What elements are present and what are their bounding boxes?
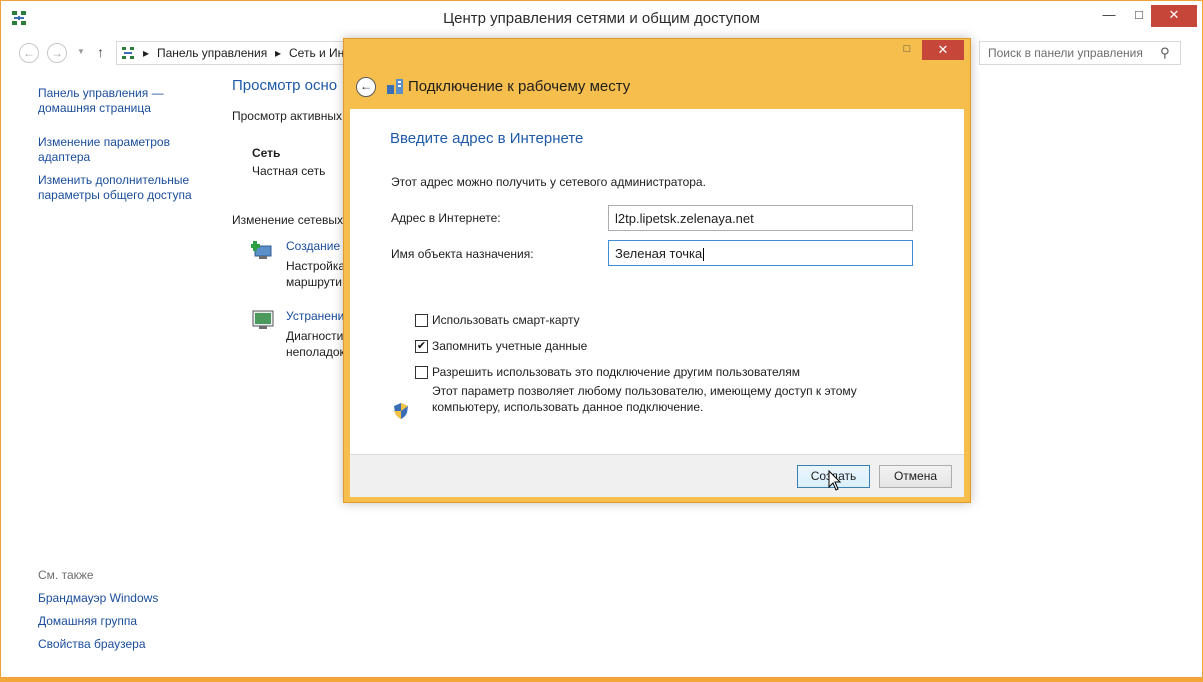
network-name: Сеть	[252, 146, 281, 160]
dialog-close-button[interactable]: ✕	[922, 40, 964, 60]
task-link-new-connection[interactable]: Создание и	[286, 239, 350, 253]
intro-text: Этот адрес можно получить у сетевого адм…	[391, 175, 706, 189]
recent-locations-dropdown-icon[interactable]: ▼	[77, 47, 85, 56]
new-connection-icon	[251, 241, 272, 259]
sidebar-link-adapter[interactable]: Изменение параметров адаптера	[38, 135, 223, 165]
smart-card-checkbox[interactable]	[415, 314, 428, 327]
sidebar-link-home[interactable]: Панель управления — домашняя страница	[38, 86, 223, 116]
sidebar-link-firewall[interactable]: Брандмауэр Windows	[38, 591, 223, 606]
dialog-body: Введите адрес в Интернете Этот адрес мож…	[350, 109, 964, 454]
up-button[interactable]: ↑	[97, 44, 104, 60]
close-button[interactable]: ✕	[1151, 5, 1197, 27]
dialog-footer: Создать Отмена	[350, 454, 964, 497]
cancel-button[interactable]: Отмена	[879, 465, 952, 488]
allow-others-checkbox[interactable]	[415, 366, 428, 379]
search-input[interactable]: Поиск в панели управления ⚲	[979, 41, 1181, 65]
task-desc-new-connection: Настройка маршрути	[286, 259, 346, 289]
uac-shield-icon	[394, 403, 408, 419]
search-placeholder: Поиск в панели управления	[988, 46, 1143, 60]
breadcrumb-control-panel[interactable]: Панель управления	[157, 46, 267, 60]
sidebar-link-sharing[interactable]: Изменить дополнительные параметры общего…	[38, 173, 223, 203]
breadcrumb-separator-icon: ▸	[143, 46, 150, 60]
maximize-button[interactable]: □	[1124, 5, 1154, 27]
title-bar: Центр управления сетями и общим доступом…	[1, 1, 1202, 37]
change-settings-label: Изменение сетевых	[232, 213, 343, 227]
window-title: Центр управления сетями и общим доступом	[443, 10, 760, 27]
sidebar-link-homegroup[interactable]: Домашняя группа	[38, 614, 223, 629]
destination-input-value: Зеленая точка	[615, 246, 703, 261]
text-caret	[703, 248, 705, 262]
search-icon[interactable]: ⚲	[1160, 45, 1170, 61]
taskbar-edge	[0, 678, 1203, 682]
dialog-title: Подключение к рабочему месту	[408, 78, 631, 95]
vpn-connection-icon	[387, 79, 403, 94]
task-link-troubleshoot[interactable]: Устранени	[286, 309, 344, 323]
page-title: Просмотр осно	[232, 77, 338, 94]
address-input[interactable]: l2tp.lipetsk.zelenaya.net	[608, 205, 913, 231]
minimize-button[interactable]: —	[1094, 5, 1124, 27]
address-input-value: l2tp.lipetsk.zelenaya.net	[615, 211, 754, 226]
smart-card-label[interactable]: Использовать смарт-карту	[432, 313, 580, 327]
destination-label: Имя объекта назначения:	[391, 247, 534, 261]
control-panel-icon	[122, 47, 134, 59]
remember-credentials-checkbox[interactable]: ✔	[415, 340, 428, 353]
sidebar-link-browser[interactable]: Свойства браузера	[38, 637, 223, 652]
dialog-back-button[interactable]: ←	[356, 77, 376, 97]
task-desc-troubleshoot: Диагности неполадок	[286, 329, 345, 359]
address-label: Адрес в Интернете:	[391, 211, 501, 225]
breadcrumb-network[interactable]: Сеть и Инт	[289, 46, 350, 60]
remember-credentials-label[interactable]: Запомнить учетные данные	[432, 339, 587, 353]
troubleshoot-icon	[252, 310, 274, 329]
dialog-maximize-button[interactable]: □	[894, 41, 920, 59]
forward-button[interactable]: →	[47, 43, 67, 63]
active-networks-label: Просмотр активных	[232, 109, 343, 123]
breadcrumb-separator-icon: ▸	[275, 46, 282, 60]
connect-to-workplace-dialog: □ ✕ ← Подключение к рабочему месту Введи…	[343, 38, 971, 503]
mouse-cursor-icon	[828, 470, 842, 491]
address-bar[interactable]: ▸ Панель управления ▸ Сеть и Инт	[116, 41, 356, 65]
back-button[interactable]: ←	[19, 43, 39, 63]
dialog-heading: Введите адрес в Интернете	[390, 130, 584, 147]
destination-input[interactable]: Зеленая точка	[608, 240, 913, 266]
network-type: Частная сеть	[252, 164, 326, 178]
allow-others-label[interactable]: Разрешить использовать это подключение д…	[432, 365, 800, 379]
see-also-label: См. также	[38, 568, 94, 582]
allow-others-note: Этот параметр позволяет любому пользоват…	[432, 384, 857, 414]
